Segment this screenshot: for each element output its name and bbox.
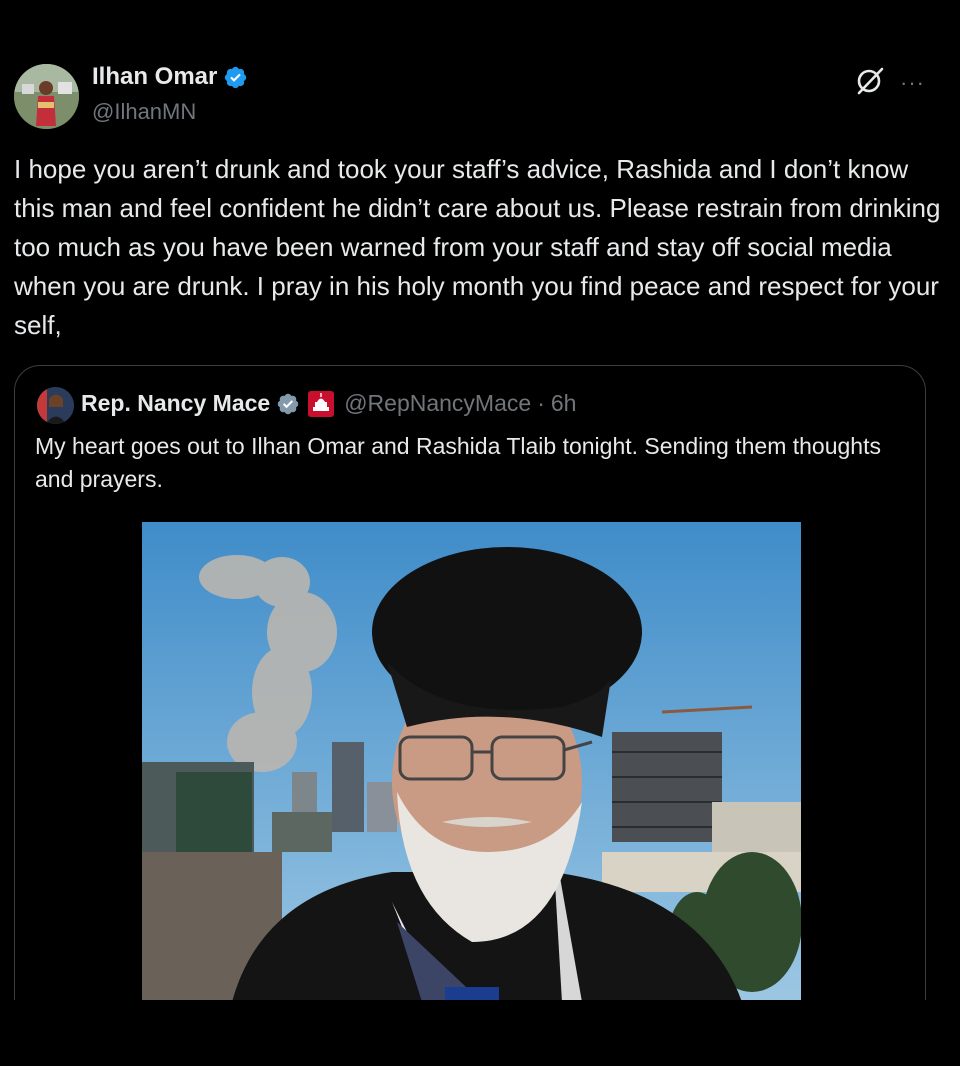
quoted-author-name[interactable]: Rep. Nancy Mace	[81, 390, 270, 417]
verified-badge-icon	[225, 66, 247, 88]
tweet-text: I hope you aren’t drunk and took your st…	[14, 154, 941, 340]
quoted-author-avatar[interactable]	[37, 387, 74, 424]
author-handle[interactable]: @IlhanMN	[92, 99, 196, 125]
quoted-tweet-card[interactable]: Rep. Nancy Mace @RepNancyMace · 6h My he…	[14, 365, 926, 1025]
author-avatar[interactable]	[14, 64, 79, 129]
verified-gray-badge-icon	[277, 393, 299, 414]
quoted-header: Rep. Nancy Mace @RepNancyMace · 6h	[81, 390, 576, 417]
author-name-row: Ilhan Omar	[92, 63, 248, 91]
author-name[interactable]: Ilhan Omar	[92, 63, 217, 91]
us-capitol-government-badge-icon	[308, 390, 335, 417]
grok-icon[interactable]	[855, 66, 885, 96]
quoted-media-image[interactable]	[142, 522, 801, 1002]
more-options-icon[interactable]: ···	[900, 70, 925, 96]
separator-dot: ·	[537, 390, 545, 416]
bottom-bar	[0, 1000, 960, 1066]
quoted-text: My heart goes out to Ilhan Omar and Rash…	[35, 433, 881, 492]
quoted-author-handle[interactable]: @RepNancyMace	[344, 390, 531, 417]
quoted-time[interactable]: 6h	[551, 390, 577, 417]
